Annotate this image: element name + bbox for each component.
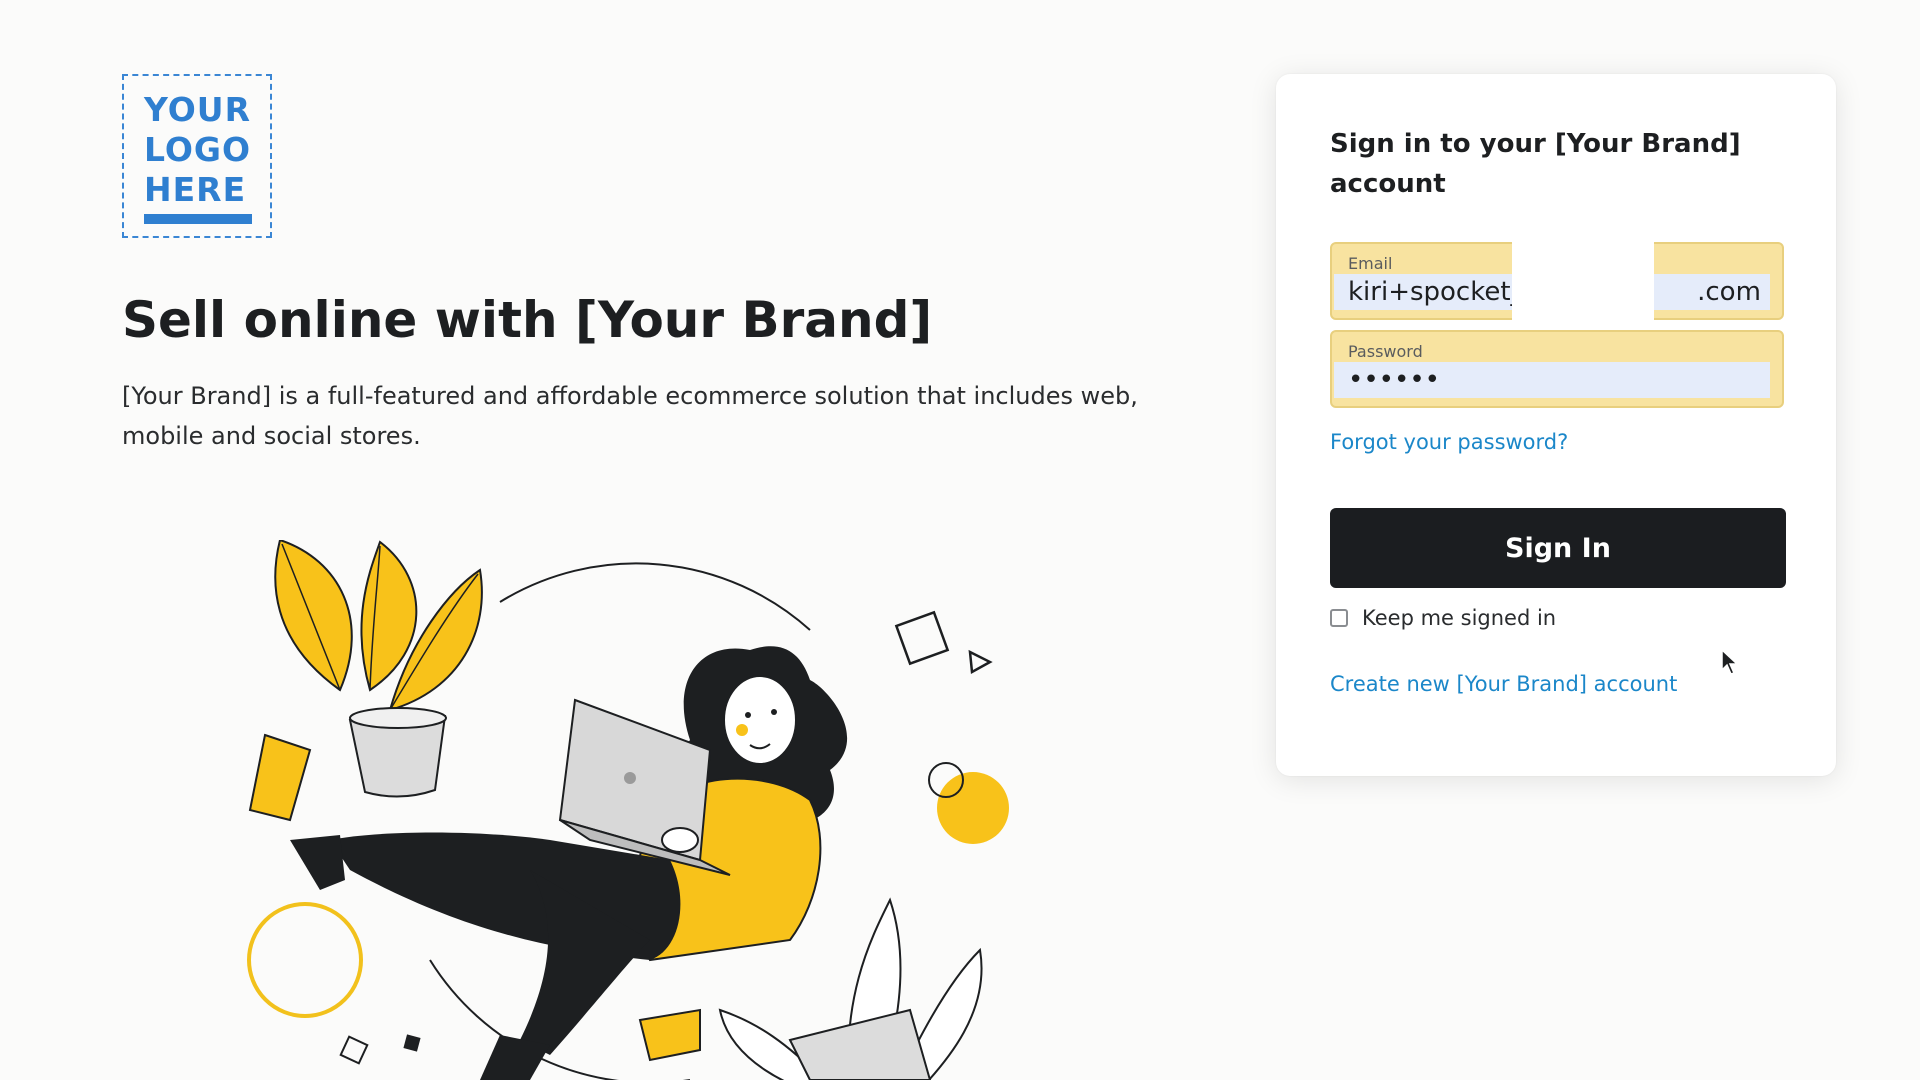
logo-text-line-1: YOUR <box>144 90 251 129</box>
logo-text-line-2: LOGO <box>144 130 252 169</box>
create-account-link[interactable]: Create new [Your Brand] account <box>1330 672 1677 696</box>
email-label: Email <box>1348 254 1393 273</box>
yellow-ring-shape <box>247 902 363 1018</box>
email-field[interactable]: Email <box>1330 242 1784 320</box>
square-shape-icon <box>894 610 950 666</box>
brand-logo: YOUR LOGO HERE <box>122 74 272 238</box>
mouse-pointer-icon <box>1721 648 1739 675</box>
yellow-circle-shape <box>937 772 1009 844</box>
forgot-password-link[interactable]: Forgot your password? <box>1330 430 1568 454</box>
hero-title: Sell online with [Your Brand] <box>122 291 933 349</box>
plant-left-icon <box>248 540 483 822</box>
signin-card: Sign in to your [Your Brand] account Ema… <box>1276 74 1836 776</box>
password-field[interactable]: Password <box>1330 330 1784 408</box>
logo-text-line-3: HERE <box>144 170 247 209</box>
email-redaction-mask <box>1512 242 1654 320</box>
password-input[interactable] <box>1334 362 1770 398</box>
keep-signed-in-row[interactable]: Keep me signed in <box>1330 606 1556 630</box>
keep-signed-in-checkbox[interactable] <box>1330 609 1348 627</box>
signin-title: Sign in to your [Your Brand] account <box>1330 129 1741 199</box>
hero-description: [Your Brand] is a full-featured and affo… <box>122 382 1138 450</box>
triangle-shape-icon <box>968 649 993 675</box>
woman-laptop-illustration <box>247 540 1009 1080</box>
sign-in-button[interactable]: Sign In <box>1330 508 1786 588</box>
logo-underline-bar <box>144 214 252 224</box>
password-label: Password <box>1348 342 1423 361</box>
keep-signed-in-label[interactable]: Keep me signed in <box>1362 606 1556 630</box>
